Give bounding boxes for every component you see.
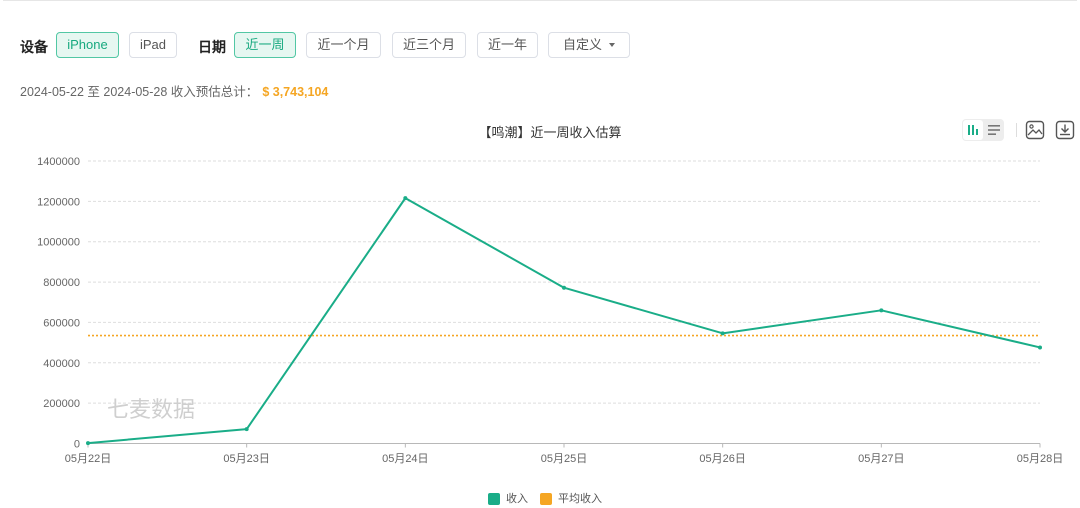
custom-range-label: 自定义: [562, 37, 602, 52]
toolbar-divider: [1016, 123, 1017, 137]
legend-label-average: 平均收入: [558, 493, 602, 505]
revenue-point: [244, 427, 249, 432]
revenue-point: [720, 331, 725, 336]
x-tick-label: 05月27日: [858, 453, 904, 465]
watermark: 七麦数据: [107, 397, 195, 422]
range-year-button[interactable]: 近一年: [477, 32, 538, 58]
download-button[interactable]: [1055, 120, 1075, 140]
gridlines: [88, 160, 1040, 404]
range-quarter-button[interactable]: 近三个月: [392, 32, 466, 58]
device-ipad-button[interactable]: iPad: [129, 32, 177, 58]
list-icon: [988, 125, 1000, 135]
y-axis: 0 200000 400000 600000 800000 1000000 1200000 1…: [37, 156, 80, 451]
revenue-line-chart: 0 200000 400000 600000 800000 1000000 1200000 1…: [37, 156, 1063, 465]
download-icon: [1055, 120, 1075, 140]
save-image-button[interactable]: [1025, 120, 1045, 140]
y-tick-label: 1200000: [37, 196, 80, 208]
series-layer: [86, 196, 1042, 446]
x-tick-label: 05月28日: [1017, 453, 1063, 465]
y-tick-label: 800000: [43, 277, 80, 289]
custom-range-dropdown[interactable]: 自定义: [548, 32, 630, 58]
chart-title: 【鸣潮】近一周收入估算: [478, 125, 622, 140]
legend-label-revenue: 收入: [506, 493, 528, 505]
y-tick-label: 1400000: [37, 156, 80, 168]
x-tick-label: 05月23日: [223, 453, 269, 465]
y-tick-label: 200000: [43, 398, 80, 410]
revenue-point: [879, 308, 884, 313]
x-tick-label: 05月24日: [382, 453, 428, 465]
device-label: 设备: [20, 39, 48, 55]
x-tick-label: 05月22日: [65, 453, 111, 465]
y-tick-label: 400000: [43, 358, 80, 370]
y-tick-label: 600000: [43, 317, 80, 329]
x-tick-label: 05月25日: [541, 453, 587, 465]
x-axis: 05月22日 05月23日 05月24日 05月25日 05月26日 05月27日 05月2…: [65, 443, 1063, 465]
revenue-line: [87, 197, 1041, 445]
revenue-point: [403, 196, 408, 201]
revenue-summary: 2024-05-22 至 2024-05-28 收入预估总计： $ 3,743,1…: [20, 81, 328, 100]
y-tick-label: 0: [74, 439, 80, 451]
range-month-button[interactable]: 近一个月: [306, 32, 381, 58]
save-image-icon: [1025, 120, 1045, 140]
revenue-point: [562, 285, 566, 290]
caret-down-icon: [609, 42, 615, 47]
device-iphone-button[interactable]: iPhone: [56, 32, 119, 58]
date-label: 日期: [198, 39, 226, 55]
top-divider: [3, 0, 1077, 1]
revenue-point: [1038, 345, 1042, 350]
bar-chart-toggle[interactable]: [963, 120, 983, 140]
summary-total: $ 3,743,104: [262, 85, 329, 99]
list-view-toggle[interactable]: [984, 120, 1004, 140]
chart-legend: 收入 平均收入: [0, 492, 1080, 508]
legend-swatch-average: [540, 493, 552, 505]
range-week-button[interactable]: 近一周: [234, 32, 296, 58]
revenue-point: [86, 441, 90, 446]
x-tick-label: 05月26日: [699, 453, 745, 465]
y-tick-label: 1000000: [37, 237, 80, 249]
bar-chart-icon: [968, 125, 978, 135]
chart-type-switch: [962, 119, 1004, 141]
summary-range-text: 2024-05-22 至 2024-05-28 收入预估总计：: [20, 85, 259, 99]
legend-swatch-revenue: [488, 493, 500, 505]
